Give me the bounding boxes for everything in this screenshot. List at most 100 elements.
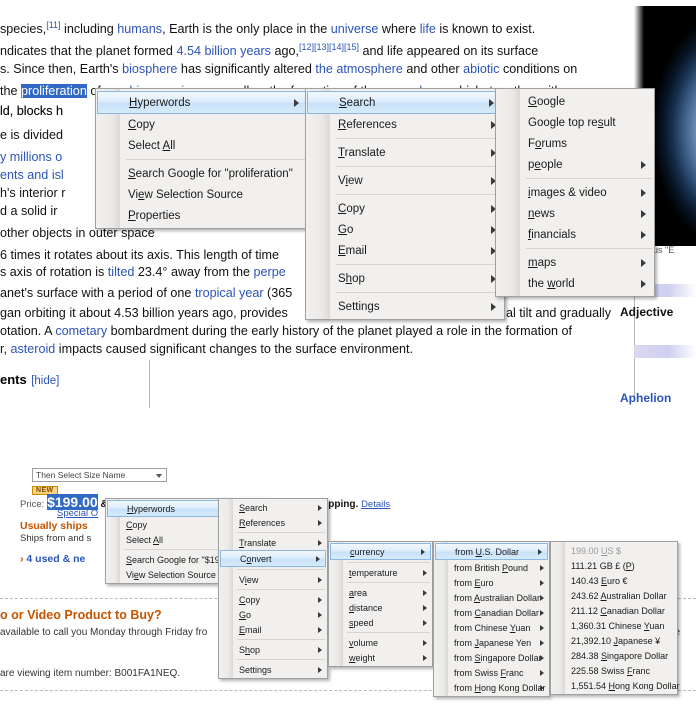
menu-item-forums[interactable]: Forums (496, 133, 654, 154)
menu-item-copy[interactable]: Copy (219, 592, 327, 607)
article-text-run: bombardment during the early history of … (107, 324, 572, 338)
context-menu-hyperwords[interactable]: Search References Translate View Copy Go Email… (305, 88, 505, 320)
menu-item-financials[interactable]: financials (496, 224, 654, 245)
menu-item-from-hong-kong-dollar[interactable]: from Hong Kong Dollar (434, 680, 549, 695)
menu-item-temperature[interactable]: temperature (329, 565, 432, 580)
menu-item-hyperwords[interactable]: Hyperwords (97, 91, 308, 114)
menu-item-select-all[interactable]: Select All (96, 135, 309, 156)
menu-item-email[interactable]: Email (219, 622, 327, 637)
menu-item-from-australian-dollar[interactable]: from Australian Dollar (434, 590, 549, 605)
menu-item-from-canadian-dollar[interactable]: from Canadian Dollar (434, 605, 549, 620)
context-menu-currency-results[interactable]: 199.00 US $ 111.21 GB £ (P) 140.43 Euro € 2… (550, 541, 680, 695)
menu-item-the-world[interactable]: the world (496, 273, 654, 294)
menu-item-area[interactable]: area (329, 585, 432, 600)
size-select[interactable]: Then Select Size Name (32, 468, 167, 482)
article-link[interactable]: 4.54 billion years (176, 44, 271, 58)
article-link[interactable]: y millions o (0, 150, 62, 164)
menu-item-search[interactable]: Search (219, 500, 327, 515)
menu-item-translate[interactable]: Translate (306, 142, 504, 163)
article-text-run: d a solid ir (0, 204, 58, 218)
menu-item-140-43-euro[interactable]: 140.43 Euro € (551, 573, 677, 588)
menu-item-distance[interactable]: distance (329, 600, 432, 615)
article-link[interactable]: tilted (108, 265, 135, 279)
menu-item-settings[interactable]: Settings (219, 662, 327, 677)
menu-item-284-38-singapore-dollar[interactable]: 284.38 Singapore Dollar (551, 648, 677, 663)
menu-item-copy[interactable]: Copy (96, 114, 309, 135)
menu-item-from-u-s-dollar[interactable]: from U.S. Dollar (435, 543, 548, 560)
submenu-arrow-icon (540, 669, 544, 676)
citation-ref[interactable]: [11] (46, 20, 60, 30)
used-and-new-link[interactable]: › 4 used & ne (20, 553, 85, 565)
menu-item-1-360-31-chinese-yuan[interactable]: 1,360.31 Chinese Yuan (551, 618, 677, 633)
context-menu-hyperwords-2[interactable]: Search References Translate Convert View Copy… (218, 498, 328, 679)
submenu-arrow-icon (316, 555, 320, 562)
citation-ref[interactable]: [12][13][14][15] (299, 42, 359, 52)
submenu-arrow-icon (318, 626, 322, 633)
menu-item-shop[interactable]: Shop (219, 642, 327, 657)
menu-item-from-singapore-dollar[interactable]: from Singapore Dollar (434, 650, 549, 665)
menu-item-21-392-10-japanese[interactable]: 21,392.10 Japanese ¥ (551, 633, 677, 648)
article-link[interactable]: asteroid (11, 342, 56, 356)
article-link[interactable]: humans (117, 22, 162, 36)
menu-item-225-58-swiss-franc[interactable]: 225.58 Swiss Franc (551, 663, 677, 678)
menu-item-243-62-australian-dollar[interactable]: 243.62 Australian Dollar (551, 588, 677, 603)
menu-item-email[interactable]: Email (306, 240, 504, 261)
article-link[interactable]: abiotic (463, 62, 499, 76)
menu-item-search[interactable]: Search (307, 91, 503, 114)
article-link[interactable]: biosphere (122, 62, 177, 76)
menu-item-weight[interactable]: weight (329, 650, 432, 665)
article-link[interactable]: universe (331, 22, 379, 36)
menu-item-search-google-for-proliferation[interactable]: Search Google for "proliferation" (96, 163, 309, 184)
menu-item-people[interactable]: people (496, 154, 654, 175)
article-link[interactable]: the atmosphere (315, 62, 403, 76)
menu-item-go[interactable]: Go (219, 607, 327, 622)
menu-item-shop[interactable]: Shop (306, 268, 504, 289)
menu-item-google-top-result[interactable]: Google top result (496, 112, 654, 133)
article-link[interactable]: tropical year (195, 286, 264, 300)
menu-item-news[interactable]: news (496, 203, 654, 224)
menu-item-volume[interactable]: volume (329, 635, 432, 650)
menu-item-go[interactable]: Go (306, 219, 504, 240)
menu-item-properties[interactable]: Properties (96, 205, 309, 226)
menu-item-label: Go (239, 609, 252, 620)
menu-item-label: Hyperwords (127, 503, 176, 514)
article-link[interactable]: perpe (254, 265, 286, 279)
context-menu-convert[interactable]: currency temperature area distance speed volu… (328, 541, 433, 667)
sidebar-aphelion-link[interactable]: Aphelion (620, 391, 671, 405)
menu-item-convert[interactable]: Convert (220, 550, 326, 567)
menu-item-view-selection-source[interactable]: View Selection Source (96, 184, 309, 205)
menu-item-from-japanese-yen[interactable]: from Japanese Yen (434, 635, 549, 650)
menu-item-211-12-canadian-dollar[interactable]: 211.12 Canadian Dollar (551, 603, 677, 618)
menu-item-199-00-us[interactable]: 199.00 US $ (551, 543, 677, 558)
special-offers-link[interactable]: Special O (57, 508, 98, 519)
menu-item-from-chinese-yuan[interactable]: from Chinese Yuan (434, 620, 549, 635)
menu-item-references[interactable]: References (306, 114, 504, 135)
menu-item-from-british-pound[interactable]: from British Pound (434, 560, 549, 575)
menu-item-speed[interactable]: speed (329, 615, 432, 630)
contents-hide-link[interactable]: [hide] (31, 375, 59, 387)
article-link[interactable]: cometary (55, 324, 107, 338)
article-link[interactable]: life (420, 22, 436, 36)
context-menu-browser[interactable]: Hyperwords Copy Select All Search Google fo… (95, 88, 310, 229)
article-line: ndicates that the planet formed 4.54 bil… (0, 36, 538, 58)
menu-item-from-euro[interactable]: from Euro (434, 575, 549, 590)
menu-item-1-551-54-hong-kong-dollar[interactable]: 1,551.54 Hong Kong Dollar (551, 678, 680, 693)
menu-item-references[interactable]: References (219, 515, 327, 530)
menu-item-images-video[interactable]: images & video (496, 182, 654, 203)
menu-item-settings[interactable]: Settings (306, 296, 504, 317)
menu-item-translate[interactable]: Translate (219, 535, 327, 550)
menu-item-from-swiss-franc[interactable]: from Swiss Franc (434, 665, 549, 680)
submenu-arrow-icon (641, 230, 646, 239)
menu-item-maps[interactable]: maps (496, 252, 654, 273)
context-menu-currency-from[interactable]: from U.S. Dollar from British Pound from E… (433, 541, 550, 697)
menu-item-view[interactable]: View (219, 572, 327, 587)
details-link[interactable]: Details (361, 499, 390, 510)
article-link[interactable]: ents and isl (0, 168, 64, 182)
menu-item-copy[interactable]: Copy (306, 198, 504, 219)
menu-item-google[interactable]: Google (496, 91, 654, 112)
menu-item-111-21-gb-p[interactable]: 111.21 GB £ (P) (551, 558, 677, 573)
menu-separator (336, 264, 502, 265)
context-menu-search[interactable]: Google Google top result Forums people image… (495, 88, 655, 297)
menu-item-currency[interactable]: currency (330, 543, 431, 560)
menu-item-view[interactable]: View (306, 170, 504, 191)
